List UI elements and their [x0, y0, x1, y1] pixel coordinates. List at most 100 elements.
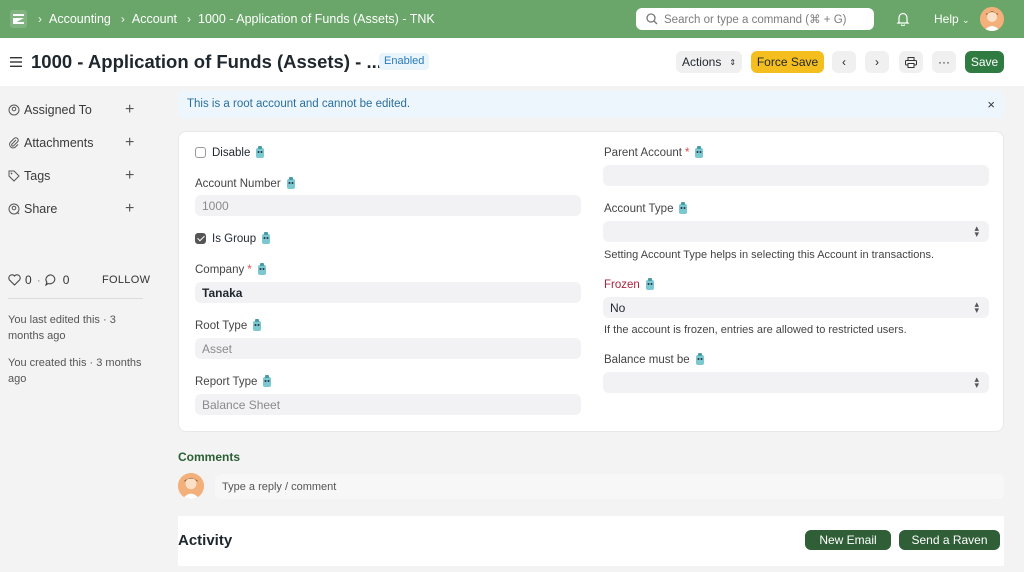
search-placeholder: Search or type a command (⌘ + G) [664, 14, 847, 26]
company-field-label: Company * [195, 263, 267, 276]
help-robot-icon[interactable] [261, 232, 271, 245]
share-icon [8, 203, 20, 215]
close-icon[interactable]: × [987, 97, 995, 112]
comments-count: 0 [62, 273, 70, 287]
frozen-value: No [610, 300, 626, 315]
balance-must-be-select[interactable]: ▴ ▾ [603, 372, 989, 393]
comment-input[interactable]: Type a reply / comment [215, 474, 1004, 499]
sidebar-item-label: Assigned To [24, 103, 92, 117]
account-number-field-label: Account Number [195, 177, 296, 190]
comment-icon[interactable] [44, 274, 58, 286]
force-save-button[interactable]: Force Save [751, 51, 824, 73]
likes-count: 0 [25, 273, 32, 287]
balance-field-label: Balance must be [604, 353, 705, 366]
chevron-left-icon: ‹ [842, 55, 846, 69]
next-record-button[interactable]: › [865, 51, 889, 73]
account-type-label: Account Type [604, 202, 674, 215]
parent-account-field[interactable] [603, 165, 989, 186]
send-raven-button[interactable]: Send a Raven [899, 530, 1000, 550]
help-robot-icon[interactable] [678, 202, 688, 215]
chevron-updown-icon: ▴ ▾ [974, 223, 979, 239]
disable-label: Disable [212, 146, 251, 159]
sidebar-item-label: Share [24, 202, 58, 216]
root-type-label: Root Type [195, 319, 248, 332]
sidebar-item-share[interactable]: Share [8, 199, 57, 219]
more-options-button[interactable]: ··· [932, 51, 956, 73]
chevron-right-icon: › [120, 12, 125, 26]
account-number-value: 1000 [202, 198, 229, 213]
assign-icon [8, 104, 20, 116]
search-input[interactable]: Search or type a command (⌘ + G) [636, 8, 874, 30]
balance-label: Balance must be [604, 353, 690, 366]
report-type-value: Balance Sheet [202, 397, 281, 412]
add-share-button[interactable]: + [125, 201, 134, 217]
help-robot-icon[interactable] [255, 146, 265, 159]
company-field[interactable]: Tanaka [195, 282, 581, 303]
follow-button[interactable]: FOLLOW [102, 274, 150, 286]
add-tag-button[interactable]: + [125, 168, 134, 184]
parent-account-field-label: Parent Account * [604, 146, 704, 159]
frozen-description: If the account is frozen, entries are al… [604, 324, 907, 336]
bell-icon[interactable] [896, 11, 910, 26]
help-robot-icon[interactable] [257, 263, 267, 276]
page-header: 1000 - Application of Funds (Assets) - .… [0, 38, 1024, 86]
help-robot-icon[interactable] [694, 146, 704, 159]
sidebar-item-assigned-to[interactable]: Assigned To [8, 100, 92, 120]
page-title: 1000 - Application of Funds (Assets) - .… [31, 51, 382, 72]
chevron-updown-icon: ▴ ▾ [974, 374, 979, 390]
chevron-right-icon: › [187, 12, 192, 26]
new-email-button[interactable]: New Email [805, 530, 891, 550]
add-assignee-button[interactable]: + [125, 102, 134, 118]
frozen-label: Frozen [604, 278, 640, 291]
breadcrumb-account[interactable]: Account [132, 12, 177, 26]
separator-dot: · [36, 273, 41, 287]
search-icon [646, 13, 658, 25]
report-type-field[interactable]: Balance Sheet [195, 394, 581, 415]
chevron-right-icon: › [38, 12, 42, 26]
print-button[interactable] [899, 51, 923, 73]
actions-label: Actions [681, 55, 722, 69]
frozen-field-label: Frozen [604, 278, 655, 291]
breadcrumb-current[interactable]: 1000 - Application of Funds (Assets) - T… [198, 12, 435, 26]
top-navbar: › Accounting › Account › 1000 - Applicat… [0, 0, 1024, 38]
help-robot-icon[interactable] [645, 278, 655, 291]
account-number-field[interactable]: 1000 [195, 195, 581, 216]
reactions-summary: 0 · 0 [8, 273, 69, 287]
activity-heading: Activity [178, 532, 233, 549]
heart-icon[interactable] [8, 274, 21, 286]
help-robot-icon[interactable] [695, 353, 705, 366]
help-robot-icon[interactable] [286, 177, 296, 190]
parent-account-label: Parent Account [604, 146, 682, 159]
disable-checkbox[interactable] [195, 147, 206, 158]
required-mark: * [685, 146, 690, 159]
account-type-description: Setting Account Type helps in selecting … [604, 249, 934, 261]
previous-record-button[interactable]: ‹ [832, 51, 856, 73]
root-type-field[interactable]: Asset [195, 338, 581, 359]
actions-button[interactable]: Actions ⇕ [676, 51, 742, 73]
hamburger-icon[interactable] [10, 57, 22, 67]
frozen-select[interactable]: No ▴ ▾ [603, 297, 989, 318]
breadcrumb-accounting[interactable]: Accounting [49, 12, 111, 26]
report-type-field-label: Report Type [195, 375, 272, 388]
chevron-down-icon: ⌄ [962, 15, 970, 25]
comment-placeholder: Type a reply / comment [222, 480, 337, 493]
alert-text: This is a root account and cannot be edi… [187, 98, 411, 110]
help-menu[interactable]: Help ⌄ [934, 12, 970, 26]
app-logo-icon[interactable] [10, 10, 27, 28]
help-robot-icon[interactable] [262, 375, 272, 388]
tag-icon [8, 170, 20, 182]
user-avatar[interactable] [980, 7, 1004, 31]
is-group-checkbox[interactable] [195, 233, 206, 244]
root-type-value: Asset [202, 341, 233, 356]
help-robot-icon[interactable] [252, 319, 262, 332]
report-type-label: Report Type [195, 375, 258, 388]
save-button[interactable]: Save [965, 51, 1004, 73]
sidebar-divider [8, 298, 143, 299]
is-group-label: Is Group [212, 232, 257, 245]
disable-field-label: Disable [212, 146, 265, 159]
add-attachment-button[interactable]: + [125, 135, 134, 151]
sidebar-item-tags[interactable]: Tags [8, 166, 50, 186]
account-type-select[interactable]: ▴ ▾ [603, 221, 989, 242]
sidebar-item-label: Attachments [24, 136, 94, 150]
sidebar-item-attachments[interactable]: Attachments [8, 133, 93, 153]
